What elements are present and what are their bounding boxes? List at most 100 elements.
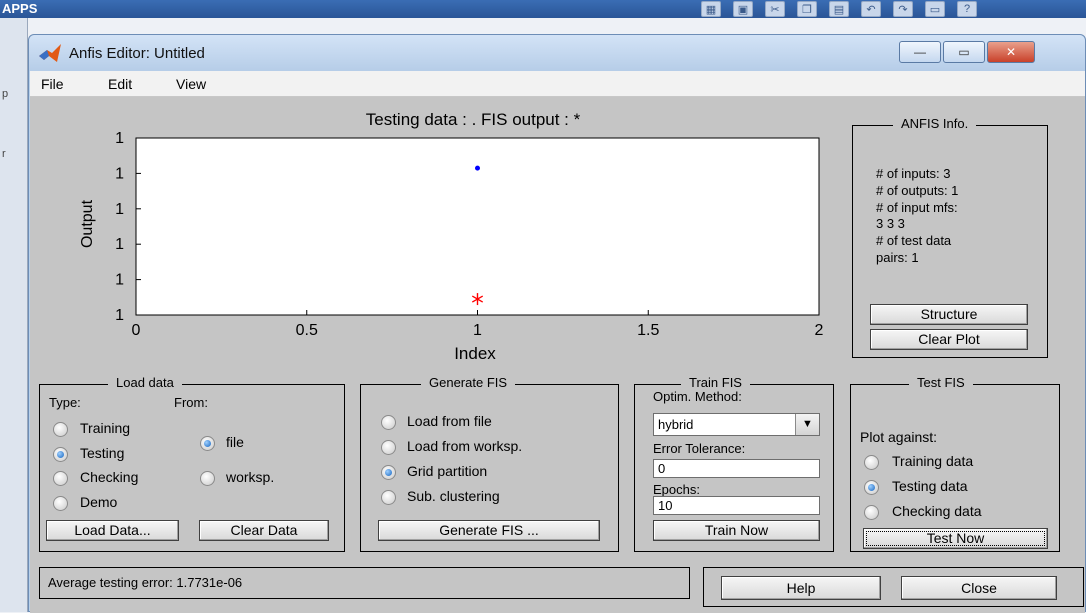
load-data-button[interactable]: Load Data... — [46, 520, 179, 541]
test-fis-panel: Test FIS Plot against: Training data Tes… — [850, 375, 1060, 552]
left-edge-mark: r — [2, 148, 6, 160]
menu-view[interactable]: View — [176, 76, 206, 92]
x-tick-label: 1 — [473, 322, 482, 339]
radio-type-checking[interactable] — [53, 471, 68, 486]
radio-plot-testing[interactable] — [864, 480, 879, 495]
radio-load-from-file[interactable] — [381, 415, 396, 430]
y-tick-label: 1 — [115, 307, 124, 324]
background-app-bar: APPS ▦ ▣ ✂ ❐ ▤ ↶ ↷ ▭ ? — [0, 0, 1086, 18]
save-icon[interactable]: ▣ — [733, 1, 753, 17]
from-file-label: file — [226, 434, 244, 450]
x-tick-label: 0.5 — [296, 322, 318, 339]
radio-type-demo[interactable] — [53, 496, 68, 511]
help-close-panel: Help Close — [703, 567, 1084, 607]
menu-edit[interactable]: Edit — [108, 76, 132, 92]
title-bar[interactable]: Anfis Editor: Untitled — ▭ ✕ — [29, 35, 1085, 71]
testing-data-point — [475, 165, 480, 171]
type-checking-label: Checking — [80, 469, 139, 485]
type-testing-label: Testing — [80, 445, 125, 461]
menu-bar: File Edit View — [30, 71, 1085, 97]
help-icon[interactable]: ? — [957, 1, 977, 17]
chart-icon[interactable]: ▦ — [701, 1, 721, 17]
editor-client-area: Testing data : . FIS output : * 0 0.5 1 1.5… — [30, 97, 1085, 613]
radio-load-from-workspace[interactable] — [381, 440, 396, 455]
cut-icon[interactable]: ✂ — [765, 1, 785, 17]
info-outputs: # of outputs: 1 — [876, 182, 959, 198]
y-tick-label: 1 — [115, 201, 124, 218]
switch-window-icon[interactable]: ▭ — [925, 1, 945, 17]
status-text: Average testing error: 1.7731e-06 — [48, 575, 243, 590]
redo-icon[interactable]: ↷ — [893, 1, 913, 17]
from-workspace-label: worksp. — [226, 469, 275, 485]
info-inputs: # of inputs: 3 — [876, 166, 951, 181]
train-fis-title: Train FIS — [681, 375, 750, 390]
info-test-data-pairs: pairs: 1 — [876, 249, 919, 265]
optim-method-select[interactable]: hybrid ▼ — [653, 413, 820, 436]
plot-against-label: Plot against: — [860, 429, 938, 445]
test-fis-title: Test FIS — [909, 375, 973, 390]
anfis-info-panel: ANFIS Info. # of inputs: 3 # of outputs:… — [852, 116, 1048, 358]
copy-icon[interactable]: ❐ — [797, 1, 817, 17]
y-axis-label: Output — [79, 199, 96, 248]
window-close-button[interactable]: ✕ — [987, 41, 1035, 63]
from-label: From: — [174, 395, 208, 410]
type-label: Type: — [49, 395, 81, 410]
radio-plot-checking[interactable] — [864, 505, 879, 520]
epochs-label: Epochs: — [653, 482, 700, 497]
info-input-mfs-value: 3 3 3 — [876, 216, 905, 232]
plot-axes[interactable] — [135, 137, 820, 316]
radio-from-workspace[interactable] — [200, 471, 215, 486]
train-fis-panel: Train FIS Optim. Method: hybrid ▼ Error … — [634, 375, 834, 552]
menu-file[interactable]: File — [41, 76, 64, 92]
type-training-label: Training — [80, 420, 131, 436]
anfis-editor-window: Anfis Editor: Untitled — ▭ ✕ File Edit V… — [28, 34, 1086, 613]
grid-partition-label: Grid partition — [407, 463, 488, 479]
radio-type-testing[interactable] — [53, 447, 68, 462]
y-tick-label: 1 — [115, 236, 124, 253]
maximize-button[interactable]: ▭ — [943, 41, 985, 63]
undo-icon[interactable]: ↶ — [861, 1, 881, 17]
sub-clustering-label: Sub. clustering — [407, 488, 500, 504]
optim-method-label: Optim. Method: — [653, 389, 742, 404]
apps-label: APPS — [2, 1, 38, 16]
generate-fis-button[interactable]: Generate FIS ... — [378, 520, 600, 541]
plot-training-label: Training data — [892, 453, 974, 469]
y-tick-label: 1 — [115, 272, 124, 289]
radio-grid-partition[interactable] — [381, 465, 396, 480]
x-tick-label: 1.5 — [637, 322, 659, 339]
background-toolbar: ▦ ▣ ✂ ❐ ▤ ↶ ↷ ▭ ? — [697, 0, 1086, 18]
paste-icon[interactable]: ▤ — [829, 1, 849, 17]
clear-data-button[interactable]: Clear Data — [199, 520, 329, 541]
load-from-file-label: Load from file — [407, 413, 492, 429]
matlab-icon — [39, 44, 61, 62]
error-tolerance-field[interactable]: 0 — [653, 459, 820, 478]
epochs-field[interactable]: 10 — [653, 496, 820, 515]
chevron-down-icon[interactable]: ▼ — [795, 414, 819, 435]
left-edge-mark: p — [2, 88, 9, 100]
load-data-panel: Load data Type: From: Training Testing C… — [39, 375, 345, 552]
close-button[interactable]: Close — [901, 576, 1057, 600]
radio-type-training[interactable] — [53, 422, 68, 437]
structure-button[interactable]: Structure — [870, 304, 1028, 325]
radio-sub-clustering[interactable] — [381, 490, 396, 505]
help-button[interactable]: Help — [721, 576, 881, 600]
load-data-title: Load data — [108, 375, 182, 390]
generate-fis-panel: Generate FIS Load from file Load from wo… — [360, 375, 619, 552]
clear-plot-button[interactable]: Clear Plot — [870, 329, 1028, 350]
minimize-button[interactable]: — — [899, 41, 941, 63]
error-tolerance-label: Error Tolerance: — [653, 441, 746, 456]
info-test-data-label: # of test data — [876, 233, 952, 249]
plot-checking-label: Checking data — [892, 503, 982, 519]
optim-method-value: hybrid — [658, 417, 694, 432]
radio-from-file[interactable] — [200, 436, 215, 451]
test-now-button[interactable]: Test Now — [863, 528, 1048, 549]
plot-title: Testing data : . FIS output : * — [366, 110, 581, 129]
x-tick-label: 2 — [815, 322, 824, 339]
y-tick-label: 1 — [115, 165, 124, 182]
x-tick-label: 0 — [132, 322, 141, 339]
x-axis-label: Index — [454, 344, 496, 363]
background-left-edge: p r — [0, 18, 28, 612]
plot-testing-label: Testing data — [892, 478, 968, 494]
radio-plot-training[interactable] — [864, 455, 879, 470]
train-now-button[interactable]: Train Now — [653, 520, 820, 541]
